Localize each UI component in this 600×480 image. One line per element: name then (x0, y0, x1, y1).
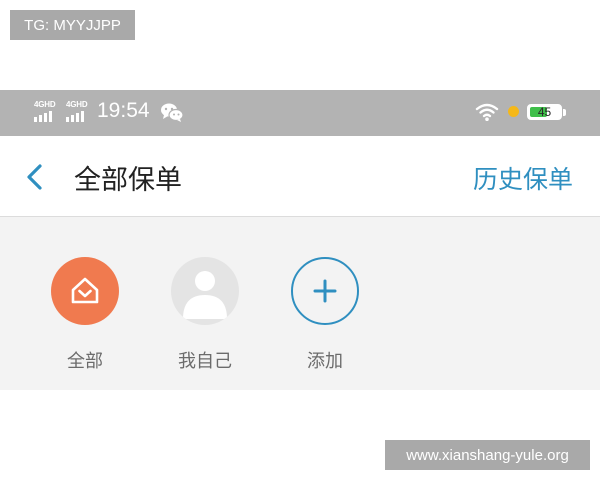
member-add[interactable]: 添加 (280, 257, 370, 373)
chevron-left-icon[interactable] (22, 160, 50, 198)
signal-icon: 4GHD (32, 100, 60, 122)
status-time: 19:54 (97, 99, 150, 122)
member-label: 全部 (67, 351, 103, 372)
network-label: 4GHD (66, 100, 88, 109)
member-self[interactable]: 我自己 (160, 257, 250, 373)
member-label: 添加 (307, 351, 343, 372)
nav-bar: 全部保单 历史保单 (0, 136, 600, 217)
signal-icon: 4GHD (64, 100, 92, 122)
sun-icon (508, 106, 519, 117)
person-avatar-icon (171, 257, 239, 325)
status-bar: 4GHD 4GHD 19:54 45 (0, 90, 600, 136)
battery-icon: 45 (527, 104, 562, 120)
member-label: 我自己 (178, 351, 232, 372)
network-label: 4GHD (34, 100, 56, 109)
history-policies-link[interactable]: 历史保单 (473, 160, 573, 196)
plus-icon (291, 257, 359, 325)
wechat-icon (160, 102, 184, 127)
tg-badge: TG: MYYJJPP (10, 10, 135, 40)
member-all[interactable]: 全部 (40, 257, 130, 373)
home-icon (51, 257, 119, 325)
battery-level: 45 (537, 105, 552, 119)
battery-tip (563, 109, 566, 116)
wifi-icon (475, 102, 499, 126)
page-title: 全部保单 (74, 165, 182, 196)
watermark: www.xianshang-yule.org (385, 440, 590, 470)
members-panel: 全部 我自己 添加 (0, 217, 600, 390)
